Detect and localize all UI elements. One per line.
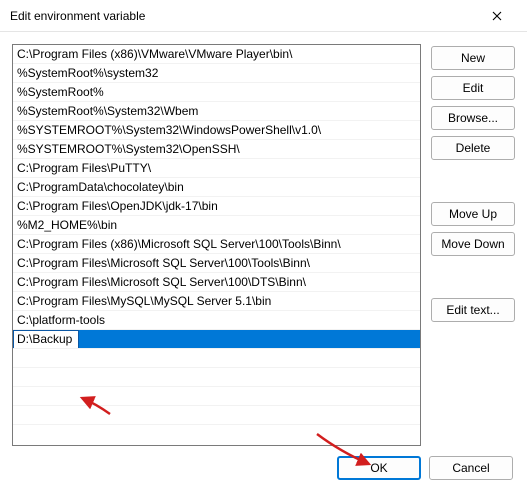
- list-item[interactable]: %SystemRoot%\system32: [13, 64, 420, 83]
- list-item[interactable]: C:\Program Files\PuTTY\: [13, 159, 420, 178]
- dialog-footer: OK Cancel: [0, 450, 527, 496]
- list-item-empty[interactable]: [13, 349, 420, 368]
- list-item[interactable]: %SYSTEMROOT%\System32\OpenSSH\: [13, 140, 420, 159]
- new-button[interactable]: New: [431, 46, 515, 70]
- move-up-button[interactable]: Move Up: [431, 202, 515, 226]
- close-button[interactable]: [477, 0, 517, 32]
- edit-text-button[interactable]: Edit text...: [431, 298, 515, 322]
- list-item[interactable]: %M2_HOME%\bin: [13, 216, 420, 235]
- delete-button[interactable]: Delete: [431, 136, 515, 160]
- list-item[interactable]: %SYSTEMROOT%\System32\WindowsPowerShell\…: [13, 121, 420, 140]
- edit-button[interactable]: Edit: [431, 76, 515, 100]
- list-item-empty[interactable]: [13, 387, 420, 406]
- list-item[interactable]: C:\platform-tools: [13, 311, 420, 330]
- list-item[interactable]: C:\Program Files\Microsoft SQL Server\10…: [13, 254, 420, 273]
- dialog-content: C:\Program Files (x86)\VMware\VMware Pla…: [0, 32, 527, 450]
- list-item[interactable]: C:\Program Files (x86)\Microsoft SQL Ser…: [13, 235, 420, 254]
- move-down-button[interactable]: Move Down: [431, 232, 515, 256]
- cancel-button[interactable]: Cancel: [429, 456, 513, 480]
- list-item[interactable]: C:\Program Files\OpenJDK\jdk-17\bin: [13, 197, 420, 216]
- list-item[interactable]: C:\Program Files\MySQL\MySQL Server 5.1\…: [13, 292, 420, 311]
- ok-button[interactable]: OK: [337, 456, 421, 480]
- button-sidebar: New Edit Browse... Delete Move Up Move D…: [431, 44, 515, 446]
- list-item[interactable]: C:\Program Files (x86)\VMware\VMware Pla…: [13, 45, 420, 64]
- list-item-empty[interactable]: [13, 425, 420, 444]
- list-item-editing[interactable]: [13, 330, 420, 349]
- titlebar: Edit environment variable: [0, 0, 527, 32]
- list-item[interactable]: C:\Program Files\Microsoft SQL Server\10…: [13, 273, 420, 292]
- list-item[interactable]: %SystemRoot%: [13, 83, 420, 102]
- list-item-empty[interactable]: [13, 368, 420, 387]
- list-item-empty[interactable]: [13, 406, 420, 425]
- list-item[interactable]: %SystemRoot%\System32\Wbem: [13, 102, 420, 121]
- browse-button[interactable]: Browse...: [431, 106, 515, 130]
- path-listbox[interactable]: C:\Program Files (x86)\VMware\VMware Pla…: [12, 44, 421, 446]
- inline-edit-input[interactable]: [13, 330, 79, 349]
- list-item[interactable]: C:\ProgramData\chocolatey\bin: [13, 178, 420, 197]
- close-icon: [492, 11, 502, 21]
- window-title: Edit environment variable: [10, 9, 477, 23]
